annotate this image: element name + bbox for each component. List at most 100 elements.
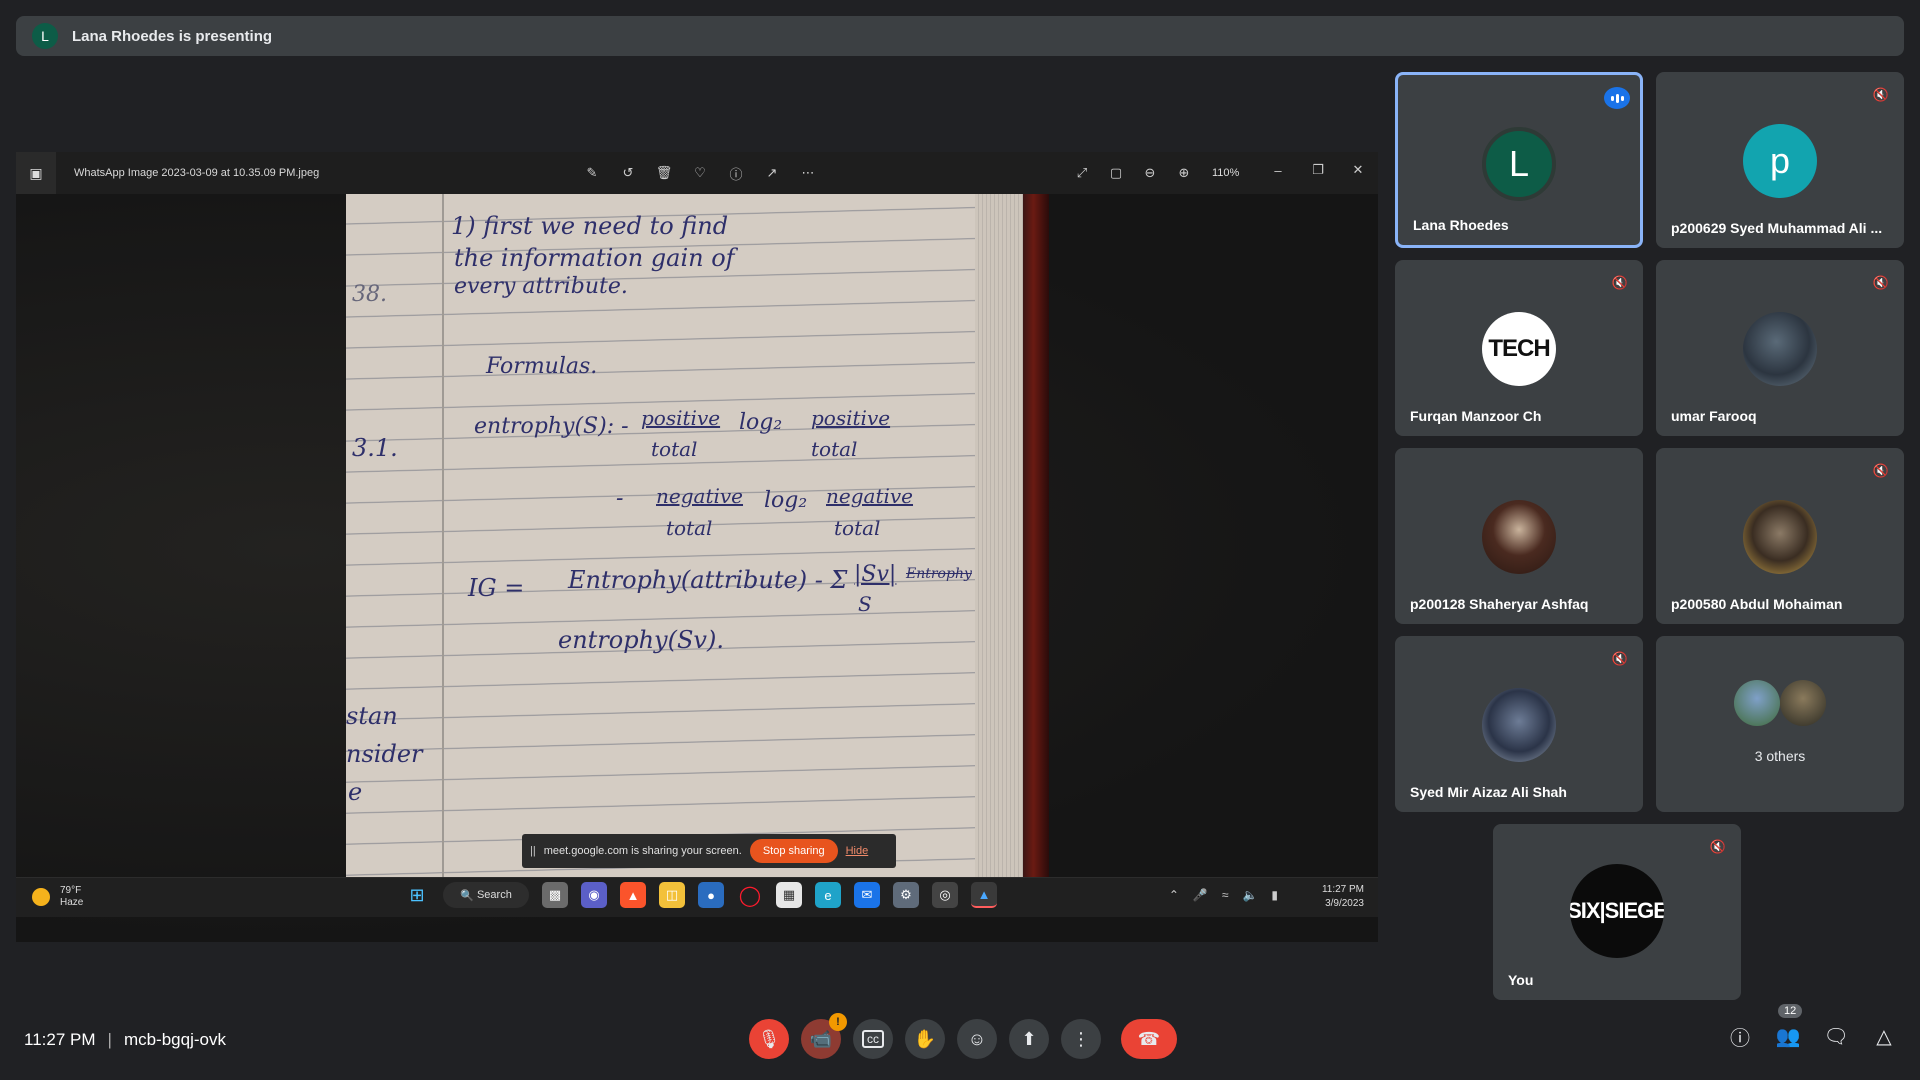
presenting-banner: L Lana Rhoedes is presenting [16,16,1904,56]
raise-hand-button[interactable]: ✋ [905,1019,945,1059]
chat-bubble-icon: 🗨 [1823,1025,1849,1048]
note-total-3: total [666,516,713,540]
participant-name: p200629 Syed Muhammad Ali ... [1671,220,1883,236]
task-view-icon[interactable]: ▩ [542,882,568,908]
file-explorer-icon[interactable]: ◫ [659,882,685,908]
participant-name: Lana Rhoedes [1413,217,1509,233]
app-icon[interactable]: ● [698,882,724,908]
present-button[interactable]: ⬆ [1009,1019,1049,1059]
note-ig-formula: Entrophy(attribute) - Σ [568,566,848,594]
avatar [1743,312,1817,386]
weather-widget[interactable]: 79°F Haze [32,885,83,909]
meeting-details-button[interactable]: ⓘ [1728,1024,1752,1050]
mic-tray-icon[interactable]: 🎤 [1193,888,1208,902]
call-controls: 🎙 📹 ! cc ✋ ☺ ⬆ ⋮ ☎ [749,1013,1177,1059]
avatar: L [1482,127,1556,201]
participant-tile-syed-mir-aizaz[interactable]: 🔇 Syed Mir Aizaz Ali Shah [1395,636,1643,812]
opera-icon[interactable]: ◯ [737,882,763,908]
participant-tile-abdul-mohaiman[interactable]: 🔇 p200580 Abdul Mohaiman [1656,448,1904,624]
note-left-partial-1: stan [346,702,398,730]
wifi-icon[interactable]: ≈ [1222,888,1229,902]
participant-tile-lana[interactable]: L Lana Rhoedes [1395,72,1643,248]
side-controls: ⓘ 👥 12 🗨 △ [1728,1004,1896,1050]
presenting-text: Lana Rhoedes is presenting [72,27,273,45]
zoom-out-icon[interactable]: ⊖ [1140,163,1160,183]
emoji-icon: ☺ [967,1028,987,1049]
note-log-1: log₂ [739,410,783,435]
settings-icon[interactable]: ⚙ [893,882,919,908]
zoom-in-icon[interactable]: ⊕ [1174,163,1194,183]
expand-icon[interactable]: ⤢ [1072,163,1092,183]
more-options-button[interactable]: ⋮ [1061,1019,1101,1059]
rotate-icon[interactable]: ↺ [618,163,638,183]
chat-button[interactable]: 🗨 [1823,1024,1849,1048]
photos-app-icon: ▣ [16,152,56,194]
minimize-icon[interactable]: – [1258,163,1298,178]
volume-icon[interactable]: 🔈 [1242,888,1257,902]
meeting-info: 11:27 PM | mcb-bgqj-ovk [24,1030,226,1050]
stop-sharing-button[interactable]: Stop sharing [749,839,838,863]
note-margin-1: 38. [352,282,387,307]
start-icon[interactable]: ⊞ [404,882,430,908]
people-button[interactable]: 👥 12 [1776,1004,1803,1048]
reactions-button[interactable]: ☺ [957,1019,997,1059]
participant-tile-you[interactable]: 🔇 SIX|SIEGE You [1493,824,1741,1000]
camera-toggle-button[interactable]: 📹 ! [801,1013,847,1059]
restore-icon[interactable]: ❐ [1298,162,1338,178]
weather-temp: 79°F [60,885,82,896]
hang-up-icon: ☎ [1137,1028,1161,1049]
mic-off-icon: 🔇 [1872,463,1890,478]
info-icon[interactable]: ⓘ [726,163,746,183]
separator: | [107,1030,112,1049]
note-struck: Entrophy [906,566,972,582]
more-icon[interactable]: ⋯ [798,163,818,183]
note-positive-2: positive [811,406,891,430]
participant-name: You [1508,972,1534,988]
participant-tile-syed-muhammad-ali[interactable]: 🔇 p p200629 Syed Muhammad Ali ... [1656,72,1904,248]
note-sv: |Sv| [854,562,897,587]
note-neg-minus: - [616,486,624,511]
others-count: 3 others [1754,748,1806,764]
note-negative-1: negative [656,484,744,508]
taskbar-clock[interactable]: 11:27 PM 3/9/2023 [1322,883,1364,911]
participant-tile-umar[interactable]: 🔇 umar Farooq [1656,260,1904,436]
mail-icon[interactable]: ✉ [854,882,880,908]
photos-taskbar-icon[interactable]: ▲ [971,882,997,908]
brave-icon[interactable]: ▲ [620,882,646,908]
note-ig-label: IG = [468,574,525,602]
leave-call-button[interactable]: ☎ [1121,1019,1177,1059]
note-entropy-label: entrophy(S): - [474,414,629,439]
edit-image-icon[interactable]: ✎ [582,163,602,183]
speaking-indicator-icon [1604,87,1630,109]
info-icon: ⓘ [1730,1027,1750,1050]
hide-share-notice-link[interactable]: Hide [846,845,869,857]
participant-tile-shaheryar[interactable]: p200128 Shaheryar Ashfaq [1395,448,1643,624]
mic-toggle-button[interactable]: 🎙 [749,1019,789,1059]
participant-tile-furqan[interactable]: 🔇 TECH Furqan Manzoor Ch [1395,260,1643,436]
screen-share-notice: || meet.google.com is sharing your scree… [522,834,896,868]
battery-icon[interactable]: ▮ [1271,888,1278,902]
fit-icon[interactable]: ▢ [1106,163,1126,183]
more-vert-icon: ⋮ [1072,1028,1090,1049]
close-icon[interactable]: ✕ [1338,162,1378,178]
note-margin-2: 3.1. [352,434,398,462]
activities-button[interactable]: △ [1872,1024,1896,1048]
store-icon[interactable]: ▦ [776,882,802,908]
tray-chevron-icon[interactable]: ⌃ [1169,888,1179,902]
camera-off-icon: 📹 [809,1028,833,1049]
current-time: 11:27 PM [24,1030,96,1049]
share-icon[interactable]: ↗ [762,163,782,183]
delete-icon[interactable]: 🗑 [654,163,674,183]
captions-button[interactable]: cc [853,1019,893,1059]
participant-name: p200580 Abdul Mohaiman [1671,596,1843,612]
note-line-2: the information gain of [454,244,735,272]
favorite-icon[interactable]: ♡ [690,163,710,183]
taskbar-search[interactable]: 🔍 Search [443,882,529,908]
edge-icon[interactable]: e [815,882,841,908]
people-count-badge: 12 [1778,1004,1803,1018]
note-entropy-sv: entrophy(Sv). [558,626,724,654]
chrome-icon[interactable]: ◎ [932,882,958,908]
participant-tile-others[interactable]: 3 others [1656,636,1904,812]
chat-icon[interactable]: ◉ [581,882,607,908]
weather-icon [32,888,50,906]
